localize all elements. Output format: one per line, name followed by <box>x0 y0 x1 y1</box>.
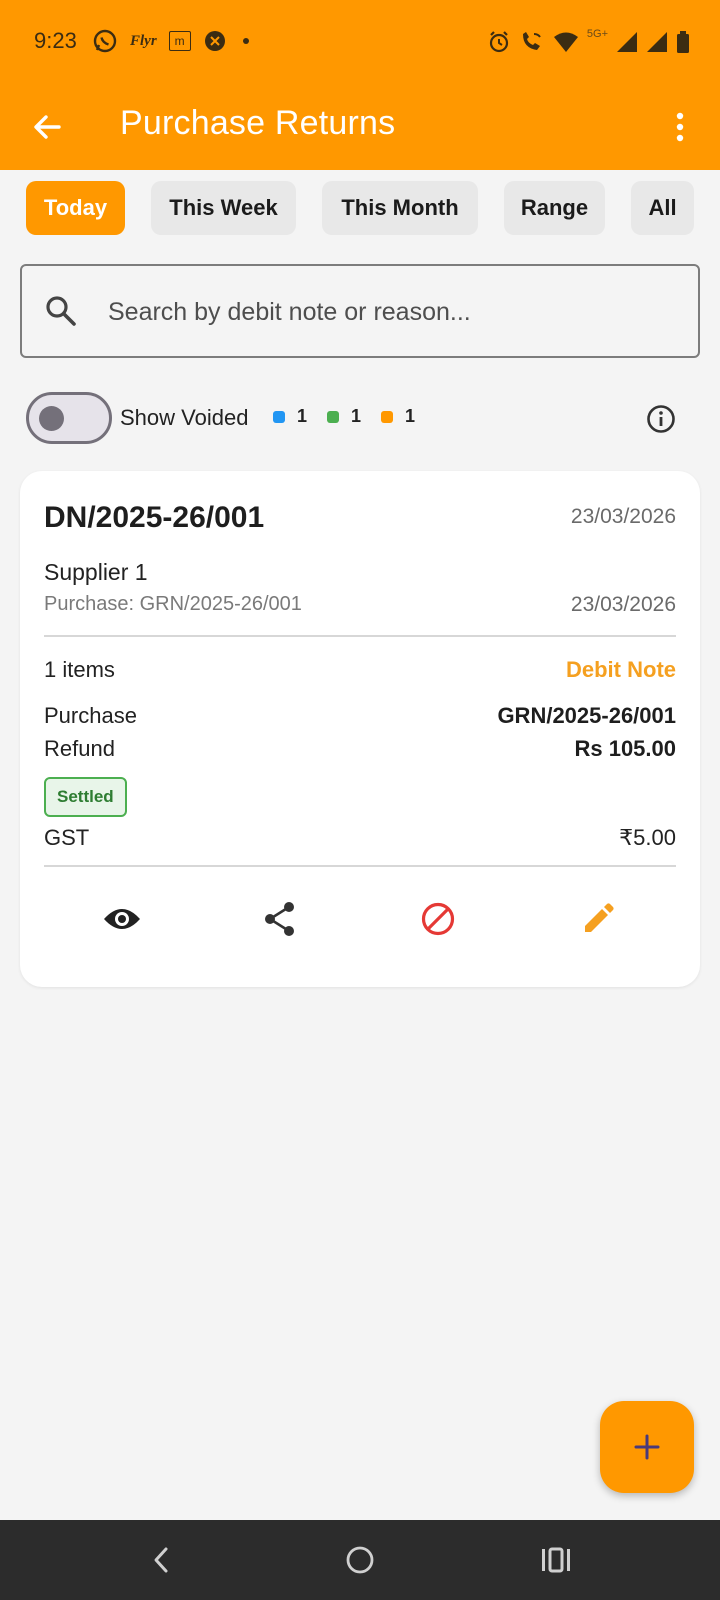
more-options-button[interactable] <box>670 106 690 148</box>
tab-today[interactable]: Today <box>26 181 125 235</box>
show-voided-label: Show Voided <box>120 405 249 430</box>
status-badge: Settled <box>44 777 127 817</box>
signal-icon <box>646 31 668 53</box>
tab-this-week[interactable]: This Week <box>151 181 296 235</box>
legend-count-green: 1 <box>351 406 362 426</box>
chevron-left-icon <box>154 1547 168 1573</box>
legend-dot-orange <box>381 410 394 423</box>
wifi-icon <box>553 31 579 53</box>
purchase-reference: Purchase: GRN/2025-26/001 <box>44 593 302 615</box>
back-button[interactable] <box>26 106 68 148</box>
legend-count-orange: 1 <box>405 406 416 426</box>
legend-dot-green <box>327 410 340 423</box>
edit-icon <box>585 903 614 932</box>
status-bar: 9:23 Flyr m 5G+ <box>0 0 720 84</box>
gst-label: GST <box>44 825 90 850</box>
system-nav-bar <box>0 1520 720 1600</box>
battery-icon <box>676 30 690 54</box>
divider <box>44 865 676 867</box>
network-type: 5G+ <box>586 28 608 40</box>
refund-label: Refund <box>44 736 115 761</box>
legend-count-blue: 1 <box>297 406 308 426</box>
search-icon <box>44 294 78 333</box>
tab-range[interactable]: Range <box>504 181 605 235</box>
purchase-value: GRN/2025-26/001 <box>497 703 676 728</box>
info-icon <box>647 405 675 433</box>
search-input[interactable] <box>108 292 668 332</box>
view-button[interactable] <box>100 897 144 941</box>
home-circle-icon <box>346 1546 374 1574</box>
status-legend: 1 1 1 <box>273 406 435 427</box>
plus-icon <box>634 1434 660 1460</box>
nav-recents-button[interactable] <box>536 1540 576 1580</box>
toggle-knob <box>39 406 64 431</box>
share-icon <box>265 902 294 936</box>
divider <box>44 635 676 637</box>
legend-item-blue: 1 <box>273 406 307 427</box>
items-count: 1 items <box>44 657 115 682</box>
void-button[interactable] <box>416 897 460 941</box>
share-button[interactable] <box>258 897 302 941</box>
debit-note-number: DN/2025-26/001 <box>44 501 265 534</box>
flyr-icon: Flyr <box>130 32 157 49</box>
legend-item-orange: 1 <box>381 406 415 427</box>
app-bar: Purchase Returns <box>0 84 720 170</box>
status-right-icons: 5G+ <box>487 28 690 54</box>
app-icon <box>203 29 227 53</box>
supplier-name: Supplier 1 <box>44 559 148 585</box>
tab-this-month[interactable]: This Month <box>322 181 478 235</box>
page-title: Purchase Returns <box>120 104 396 142</box>
edit-button[interactable] <box>576 897 620 941</box>
purchase-date: 23/03/2026 <box>570 593 676 616</box>
nav-back-button[interactable] <box>142 1540 182 1580</box>
legend-dot-blue <box>273 410 285 423</box>
voided-filter-row: Show Voided 1 1 1 <box>26 390 706 446</box>
tab-all[interactable]: All <box>631 181 694 235</box>
dot-icon <box>239 34 253 48</box>
signal-icon <box>616 31 638 53</box>
status-left-icons: Flyr m <box>92 28 253 54</box>
whatsapp-icon <box>92 28 118 54</box>
add-return-button[interactable] <box>600 1401 694 1493</box>
search-field[interactable] <box>20 264 700 358</box>
alarm-icon <box>487 30 511 54</box>
purchase-return-card[interactable]: DN/2025-26/001 23/03/2026 Supplier 1 Pur… <box>20 471 700 987</box>
gst-value: ₹5.00 <box>619 825 676 850</box>
info-button[interactable] <box>646 404 676 439</box>
m-icon: m <box>168 31 191 51</box>
status-time: 9:23 <box>34 28 77 53</box>
wifi-call-icon <box>519 30 545 54</box>
view-icon <box>104 909 140 929</box>
nav-home-button[interactable] <box>340 1540 380 1580</box>
recents-icon <box>542 1547 570 1573</box>
refund-value: Rs 105.00 <box>574 736 676 761</box>
more-vert-icon <box>676 112 684 142</box>
debit-note-date: 23/03/2026 <box>570 505 676 528</box>
document-type: Debit Note <box>566 657 676 682</box>
purchase-label: Purchase <box>44 703 137 728</box>
legend-item-green: 1 <box>327 406 361 427</box>
arrow-left-icon <box>34 115 61 139</box>
show-voided-toggle[interactable] <box>26 392 112 444</box>
void-icon <box>421 902 455 936</box>
